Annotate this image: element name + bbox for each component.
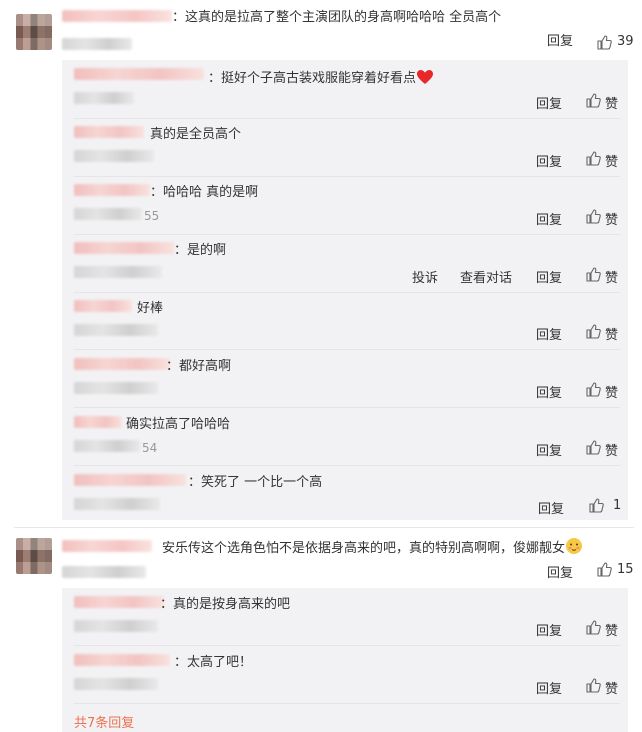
reply-text: 好棒 bbox=[137, 301, 164, 316]
comment-time bbox=[62, 38, 132, 50]
report-button[interactable]: 投诉 bbox=[412, 267, 438, 286]
like-count: 1 bbox=[613, 498, 622, 513]
reply-button[interactable]: 回复 bbox=[536, 678, 562, 697]
thumb-up-icon[interactable] bbox=[596, 561, 612, 577]
reply-name[interactable] bbox=[74, 416, 122, 428]
reply-name[interactable] bbox=[74, 126, 144, 138]
divider bbox=[74, 292, 620, 293]
reply-name[interactable] bbox=[74, 358, 170, 370]
reply-time-suffix: 54 bbox=[142, 441, 158, 455]
like-label[interactable]: 赞 bbox=[605, 678, 618, 697]
reply-text: ：哈哈哈 真的是啊 bbox=[150, 185, 259, 200]
reply-time bbox=[74, 678, 158, 690]
thumb-up-icon[interactable] bbox=[585, 323, 601, 339]
reply-time bbox=[74, 266, 162, 278]
divider bbox=[74, 703, 620, 704]
reply-text: ：太高了吧！ bbox=[174, 655, 253, 670]
like-label[interactable]: 赞 bbox=[605, 382, 618, 401]
reply-button[interactable]: 回复 bbox=[536, 209, 562, 228]
reply-name[interactable] bbox=[74, 596, 164, 608]
view-conversation-button[interactable]: 查看对话 bbox=[460, 267, 512, 286]
blush-face-icon bbox=[565, 537, 583, 554]
reply-time bbox=[74, 324, 158, 336]
comment-text: ：这真的是拉高了整个主演团队的身高啊哈哈哈 全员高个 bbox=[172, 10, 502, 25]
commenter-name[interactable] bbox=[62, 540, 152, 552]
reply-text: ：笑死了 一个比一个高 bbox=[188, 475, 323, 490]
heart-icon bbox=[416, 69, 434, 85]
divider bbox=[74, 349, 620, 350]
reply-name[interactable] bbox=[74, 68, 204, 80]
like-label[interactable]: 赞 bbox=[605, 620, 618, 639]
thumb-up-icon[interactable] bbox=[585, 208, 601, 224]
reply-time bbox=[74, 498, 160, 510]
reply-time bbox=[74, 620, 158, 632]
reply-text: 真的是全员高个 bbox=[150, 127, 242, 142]
divider bbox=[74, 176, 620, 177]
thumb-up-icon[interactable] bbox=[596, 34, 612, 50]
reply-name[interactable] bbox=[74, 184, 150, 196]
thumb-up-icon[interactable] bbox=[588, 497, 604, 513]
thumb-up-icon[interactable] bbox=[585, 439, 601, 455]
reply-time bbox=[74, 440, 140, 452]
reply-button[interactable]: 回复 bbox=[536, 620, 562, 639]
like-label[interactable]: 赞 bbox=[605, 440, 618, 459]
divider bbox=[74, 118, 620, 119]
reply-button[interactable]: 回复 bbox=[538, 498, 564, 517]
avatar[interactable] bbox=[16, 14, 52, 50]
reply-button[interactable]: 回复 bbox=[536, 151, 562, 170]
reply-time bbox=[74, 92, 134, 104]
reply-name[interactable] bbox=[74, 242, 174, 254]
thumb-up-icon[interactable] bbox=[585, 266, 601, 282]
thumb-up-icon[interactable] bbox=[585, 381, 601, 397]
comment-time bbox=[62, 566, 146, 578]
more-replies-link[interactable]: 共7条回复 bbox=[74, 712, 134, 731]
divider bbox=[14, 527, 634, 528]
reply-time-suffix: 55 bbox=[144, 209, 160, 223]
reply-time bbox=[74, 382, 158, 394]
commenter-name[interactable] bbox=[62, 10, 172, 22]
reply-button[interactable]: 回复 bbox=[536, 440, 562, 459]
divider bbox=[74, 234, 620, 235]
reply-name[interactable] bbox=[74, 300, 132, 312]
avatar[interactable] bbox=[16, 538, 52, 574]
reply-time bbox=[74, 208, 142, 220]
reply-button[interactable]: 回复 bbox=[536, 382, 562, 401]
thumb-up-icon[interactable] bbox=[585, 150, 601, 166]
divider bbox=[74, 465, 620, 466]
comment-text: 安乐传这个选角色怕不是依据身高来的吧，真的特别高啊啊，俊娜靓女 bbox=[162, 541, 566, 556]
like-label[interactable]: 赞 bbox=[605, 209, 618, 228]
reply-button[interactable]: 回复 bbox=[536, 324, 562, 343]
reply-name[interactable] bbox=[74, 474, 186, 486]
like-count: 15 bbox=[617, 562, 634, 577]
reply-name[interactable] bbox=[74, 654, 170, 666]
like-label[interactable]: 赞 bbox=[605, 324, 618, 343]
like-count: 39 bbox=[617, 34, 634, 49]
reply-time bbox=[74, 150, 154, 162]
reply-button[interactable]: 回复 bbox=[536, 267, 562, 286]
thumb-up-icon[interactable] bbox=[585, 92, 601, 108]
reply-text: 确实拉高了哈哈哈 bbox=[126, 417, 231, 432]
like-label[interactable]: 赞 bbox=[605, 151, 618, 170]
reply-button[interactable]: 回复 bbox=[536, 93, 562, 112]
thumb-up-icon[interactable] bbox=[585, 677, 601, 693]
divider bbox=[74, 407, 620, 408]
reply-text: ：挺好个子高古装戏服能穿着好看点 bbox=[208, 71, 417, 86]
thumb-up-icon[interactable] bbox=[585, 619, 601, 635]
like-label[interactable]: 赞 bbox=[605, 93, 618, 112]
divider bbox=[74, 645, 620, 646]
reply-text: ：是的啊 bbox=[174, 243, 227, 258]
reply-button[interactable]: 回复 bbox=[547, 34, 573, 50]
reply-text: ：都好高啊 bbox=[166, 359, 232, 374]
like-label[interactable]: 赞 bbox=[605, 267, 618, 286]
reply-button[interactable]: 回复 bbox=[547, 562, 573, 581]
reply-text: ：真的是按身高来的吧 bbox=[160, 597, 291, 612]
